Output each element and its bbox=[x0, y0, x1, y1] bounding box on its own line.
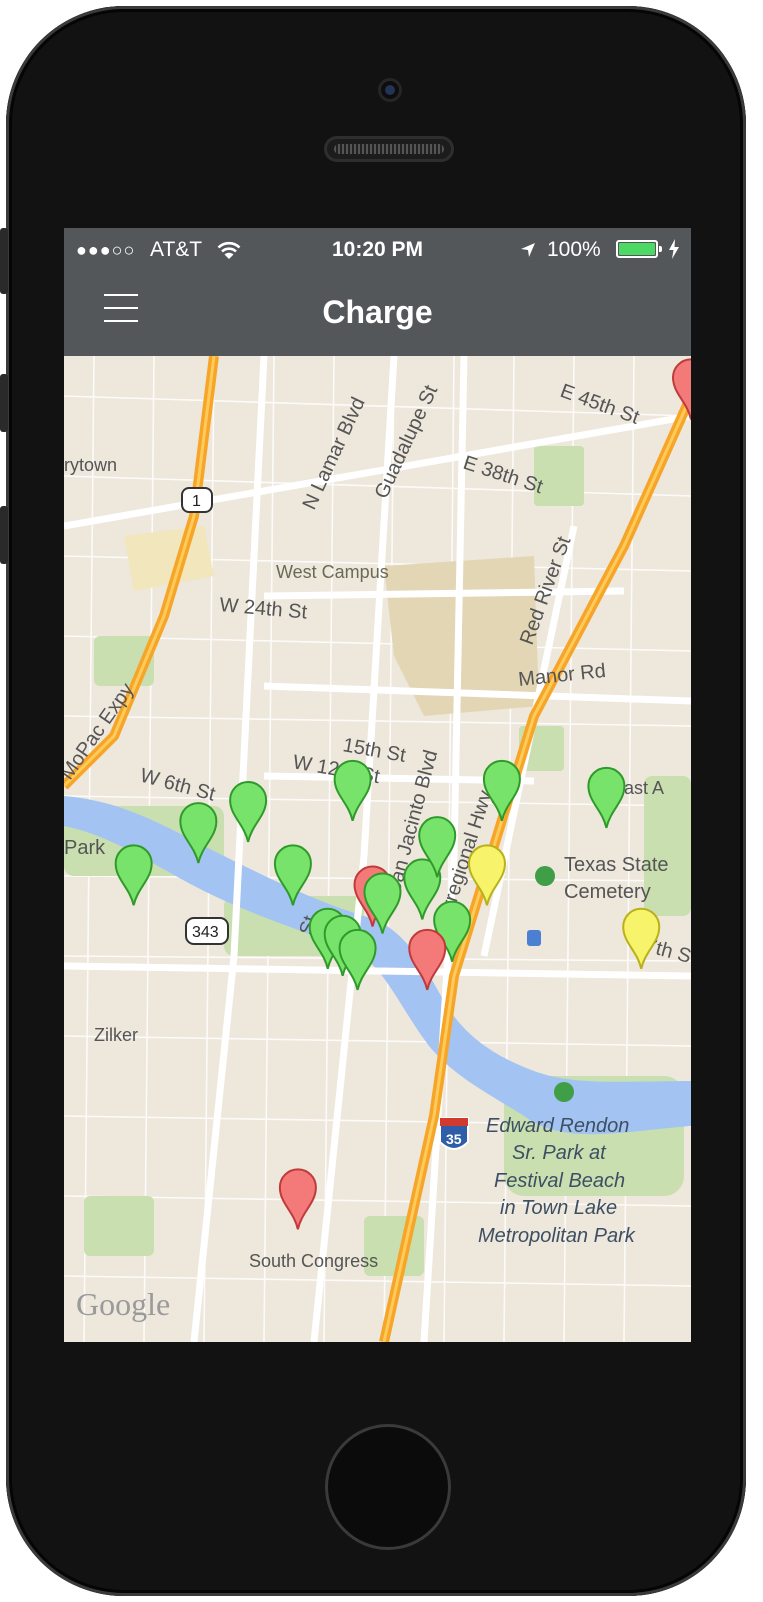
cemetery-poi-icon bbox=[535, 866, 555, 886]
earpiece-speaker bbox=[324, 136, 454, 162]
location-services-icon bbox=[521, 243, 535, 257]
map-label-westcampus: West Campus bbox=[276, 562, 389, 582]
map-label-edward3: Festival Beach bbox=[494, 1170, 625, 1192]
map-label-zilker: Zilker bbox=[94, 1025, 138, 1045]
transit-poi-icon bbox=[527, 930, 541, 946]
battery-percentage: 100% bbox=[547, 238, 601, 261]
volume-up-button bbox=[0, 374, 8, 432]
map-label-edward1: Edward Rendon bbox=[486, 1115, 629, 1137]
map-label-hwy1: 1 bbox=[192, 493, 201, 510]
map-label-ytown: rytown bbox=[64, 455, 117, 475]
status-bar: ●●●○○ AT&T 10:20 PM 100% bbox=[64, 228, 691, 272]
map-label-edward5: Metropolitan Park bbox=[478, 1225, 636, 1247]
mute-switch bbox=[0, 228, 8, 294]
map-label-edward4: in Town Lake bbox=[500, 1197, 617, 1219]
google-attribution-logo: Google bbox=[76, 1286, 171, 1322]
map-label-texasstate2: Cemetery bbox=[564, 881, 651, 903]
map-label-hwy343: 343 bbox=[192, 924, 219, 941]
map-canvas[interactable]: E 45th St E 38th St Guadalupe St N Lamar… bbox=[64, 356, 691, 1342]
map-label-southcongress: South Congress bbox=[249, 1251, 378, 1271]
map-label-i35: 35 bbox=[446, 1131, 462, 1147]
navigation-bar: Charge bbox=[64, 272, 691, 356]
charging-bolt-icon bbox=[669, 239, 679, 259]
map-label-texasstate1: Texas State bbox=[564, 854, 669, 876]
volume-down-button bbox=[0, 506, 8, 564]
map-label-edward2: Sr. Park at bbox=[512, 1142, 607, 1164]
battery-icon bbox=[616, 240, 662, 258]
park-poi-icon bbox=[554, 1082, 574, 1102]
page-title: Charge bbox=[322, 294, 433, 330]
map-view[interactable]: E 45th St E 38th St Guadalupe St N Lamar… bbox=[64, 356, 691, 1342]
map-label-park: Park bbox=[64, 837, 106, 859]
home-button[interactable] bbox=[325, 1424, 451, 1550]
front-camera bbox=[378, 78, 402, 102]
app-screen: ●●●○○ AT&T 10:20 PM 100% Charge E 45th S… bbox=[64, 228, 691, 1342]
